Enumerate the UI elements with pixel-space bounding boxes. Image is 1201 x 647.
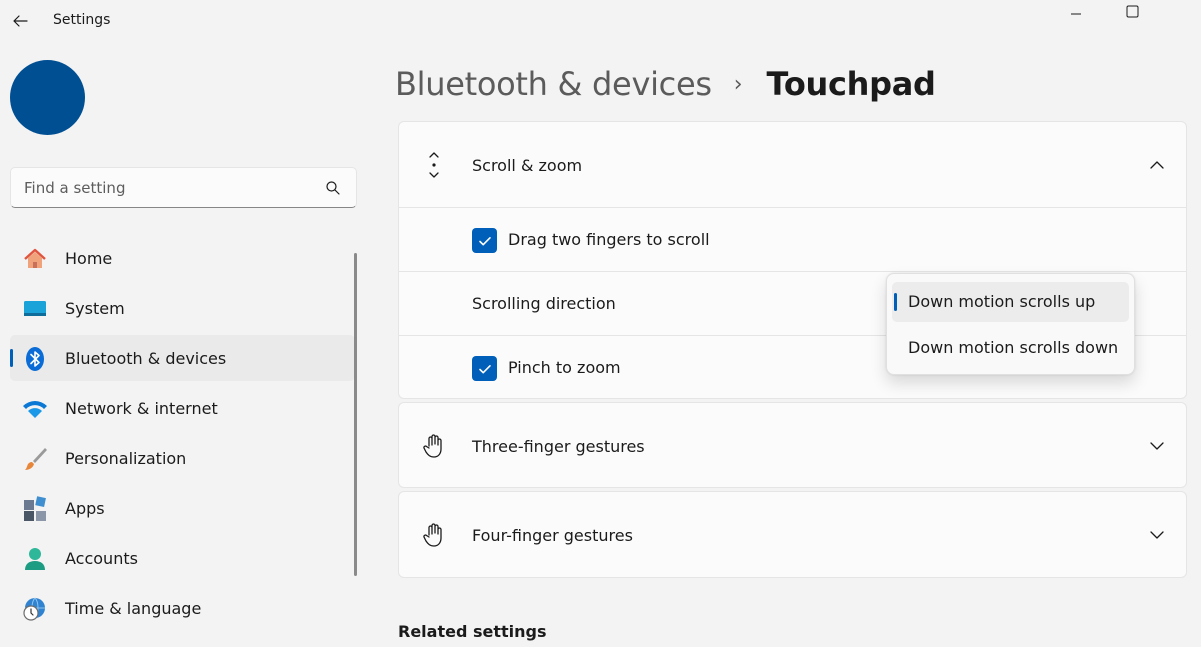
bluetooth-icon bbox=[22, 346, 48, 372]
sidebar-item-label: Time & language bbox=[65, 598, 202, 618]
scroll-direction-label: Scrolling direction bbox=[472, 294, 616, 313]
sidebar-scrollbar[interactable] bbox=[354, 253, 357, 576]
breadcrumb: Bluetooth & devices › Touchpad bbox=[395, 62, 936, 106]
drag-scroll-checkbox[interactable] bbox=[472, 228, 497, 253]
sidebar-item-system[interactable]: System bbox=[10, 285, 355, 331]
sidebar-item-label: Accounts bbox=[65, 548, 138, 568]
scroll-zoom-title: Scroll & zoom bbox=[472, 156, 583, 175]
sidebar-item-label: System bbox=[65, 298, 125, 318]
search-box[interactable] bbox=[10, 167, 357, 208]
breadcrumb-separator: › bbox=[733, 71, 743, 97]
chevron-down-icon[interactable] bbox=[1148, 437, 1166, 455]
minimize-button[interactable] bbox=[1053, 0, 1099, 22]
sidebar-item-apps[interactable]: Apps bbox=[10, 485, 355, 531]
sidebar-item-label: Personalization bbox=[65, 448, 187, 468]
title-bar: Settings bbox=[0, 0, 1201, 42]
dropdown-option-scrolls-up[interactable]: Down motion scrolls up bbox=[892, 282, 1129, 322]
checkmark-icon bbox=[478, 236, 491, 245]
sidebar-item-personalization[interactable]: Personalization bbox=[10, 435, 355, 481]
minimize-icon bbox=[1071, 13, 1081, 15]
dropdown-option-scrolls-down[interactable]: Down motion scrolls down bbox=[892, 328, 1129, 368]
brush-icon bbox=[22, 446, 48, 472]
sidebar-item-network[interactable]: Network & internet bbox=[10, 385, 355, 431]
scroll-arrows-icon bbox=[420, 151, 448, 179]
drag-scroll-row: Drag two fingers to scroll bbox=[399, 207, 1186, 271]
three-finger-header[interactable]: Three-finger gestures bbox=[399, 403, 1186, 489]
system-icon bbox=[22, 296, 48, 322]
four-finger-header[interactable]: Four-finger gestures bbox=[399, 492, 1186, 578]
back-button[interactable] bbox=[8, 9, 32, 33]
dropdown-option-label: Down motion scrolls down bbox=[908, 338, 1119, 357]
wifi-icon bbox=[22, 396, 48, 422]
four-finger-section: Four-finger gestures bbox=[398, 491, 1187, 578]
hand-icon bbox=[420, 521, 448, 549]
sidebar-item-label: Home bbox=[65, 248, 113, 268]
maximize-button[interactable] bbox=[1109, 0, 1155, 22]
person-icon bbox=[22, 546, 48, 572]
pinch-zoom-checkbox[interactable] bbox=[472, 356, 497, 381]
scroll-direction-dropdown: Down motion scrolls up Down motion scrol… bbox=[886, 273, 1135, 375]
sidebar-item-home[interactable]: Home bbox=[10, 235, 355, 281]
three-finger-title: Three-finger gestures bbox=[472, 437, 645, 456]
search-icon[interactable] bbox=[325, 180, 341, 196]
four-finger-title: Four-finger gestures bbox=[472, 526, 633, 545]
search-input[interactable] bbox=[24, 177, 314, 199]
dropdown-option-label: Down motion scrolls up bbox=[908, 292, 1096, 311]
checkmark-icon bbox=[478, 364, 491, 373]
avatar[interactable] bbox=[10, 60, 85, 135]
related-settings-heading: Related settings bbox=[398, 622, 547, 641]
drag-scroll-label: Drag two fingers to scroll bbox=[508, 230, 710, 249]
scroll-zoom-header[interactable]: Scroll & zoom bbox=[399, 122, 1186, 208]
maximize-icon bbox=[1126, 5, 1138, 17]
app-title: Settings bbox=[53, 12, 111, 28]
sidebar-nav: Home System Bluetooth & devices Network … bbox=[10, 235, 355, 635]
sidebar-item-label: Apps bbox=[65, 498, 105, 518]
home-icon bbox=[22, 246, 48, 272]
sidebar-item-label: Network & internet bbox=[65, 398, 218, 418]
three-finger-section: Three-finger gestures bbox=[398, 402, 1187, 488]
sidebar-item-label: Bluetooth & devices bbox=[65, 348, 227, 368]
hand-icon bbox=[420, 432, 448, 460]
back-arrow-icon bbox=[13, 15, 28, 27]
page-title: Touchpad bbox=[766, 65, 936, 103]
sidebar-item-accounts[interactable]: Accounts bbox=[10, 535, 355, 581]
breadcrumb-parent-link[interactable]: Bluetooth & devices bbox=[395, 65, 712, 103]
sidebar-item-time-language[interactable]: Time & language bbox=[10, 585, 355, 631]
chevron-up-icon[interactable] bbox=[1148, 156, 1166, 174]
apps-icon bbox=[22, 496, 48, 522]
chevron-down-icon[interactable] bbox=[1148, 526, 1166, 544]
pinch-zoom-label: Pinch to zoom bbox=[508, 358, 621, 377]
sidebar-item-bluetooth-devices[interactable]: Bluetooth & devices bbox=[10, 335, 355, 381]
clock-globe-icon bbox=[22, 596, 48, 622]
